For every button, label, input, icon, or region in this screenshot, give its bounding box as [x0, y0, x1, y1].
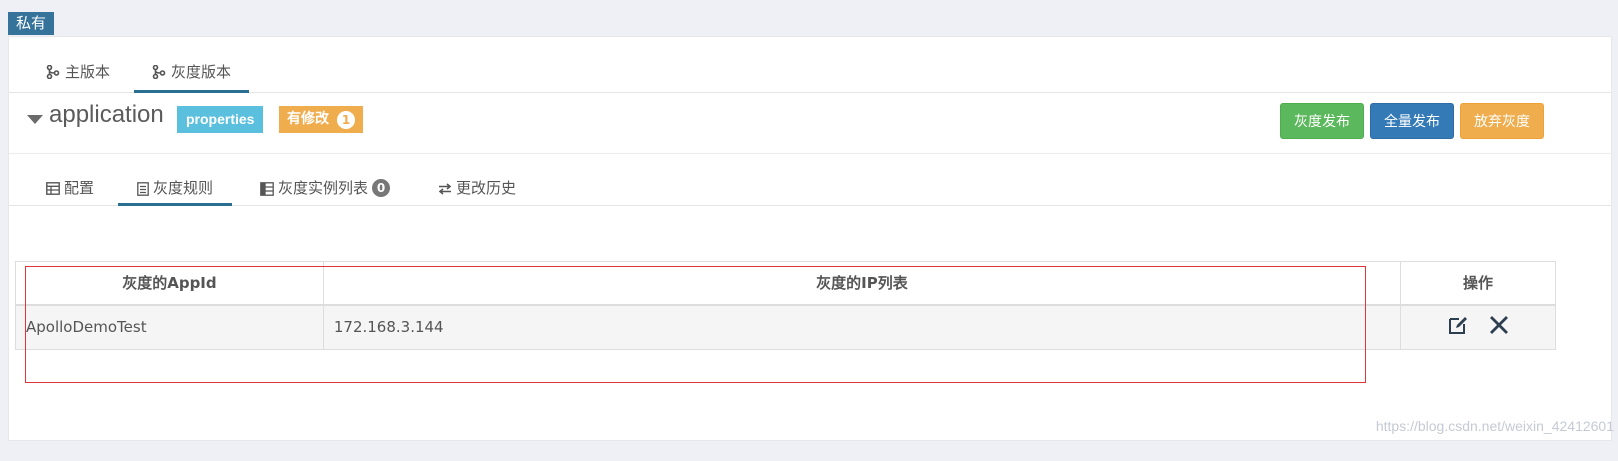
tab-config-label: 配置 [64, 179, 95, 197]
tab-main-version[interactable]: 主版本 [46, 59, 110, 93]
abandon-gray-button[interactable]: 放弃灰度 [1460, 103, 1544, 139]
delete-icon[interactable] [1489, 315, 1509, 339]
header-ip-list: 灰度的IP列表 [322, 261, 1402, 306]
modified-badge: 有修改 1 [279, 106, 363, 133]
namespace-name: application [49, 101, 164, 128]
namespace-sub-tabs: 配置 灰度规则 灰度实例列表 0 更改历史 [9, 154, 1611, 206]
branch-icon [46, 65, 60, 79]
tab-gray-instances[interactable]: 灰度实例列表 0 [260, 176, 391, 206]
table-header-row: 灰度的AppId 灰度的IP列表 操作 [15, 261, 1556, 306]
version-tabs: 主版本 灰度版本 [9, 37, 1611, 93]
header-ops: 操作 [1400, 261, 1556, 306]
gray-rules-table: 灰度的AppId 灰度的IP列表 操作 ApolloDemoTest 172.1… [15, 261, 1556, 350]
tab-gray-version-label: 灰度版本 [171, 63, 232, 81]
cell-appid: ApolloDemoTest [15, 304, 324, 350]
header-appid: 灰度的AppId [15, 261, 324, 306]
cell-ops [1400, 304, 1556, 350]
table-row: ApolloDemoTest 172.168.3.144 [15, 304, 1556, 350]
gray-publish-button[interactable]: 灰度发布 [1280, 103, 1364, 139]
edit-icon[interactable] [1447, 314, 1469, 340]
namespace-panel: 主版本 灰度版本 application properties 有修改 1 灰度… [8, 36, 1612, 441]
tab-change-history-label: 更改历史 [456, 179, 517, 197]
tab-change-history[interactable]: 更改历史 [438, 176, 516, 206]
modified-label: 有修改 [287, 111, 329, 127]
tab-gray-version[interactable]: 灰度版本 [134, 59, 250, 93]
swap-icon [438, 183, 452, 195]
table-icon [46, 182, 60, 195]
tab-gray-rules-label: 灰度规则 [153, 179, 214, 197]
collapse-caret-icon[interactable] [27, 115, 43, 124]
full-publish-button[interactable]: 全量发布 [1370, 103, 1454, 139]
document-icon [137, 182, 149, 196]
list-icon [260, 182, 274, 196]
scope-badge: 私有 [8, 12, 55, 35]
tab-gray-instances-label: 灰度实例列表 [278, 179, 369, 197]
tab-config[interactable]: 配置 [46, 176, 94, 206]
namespace-header: application properties 有修改 1 灰度发布 全量发布 放… [9, 93, 1611, 154]
modified-count: 1 [337, 110, 355, 129]
branch-icon [152, 65, 166, 79]
format-badge: properties [177, 106, 264, 133]
watermark: https://blog.csdn.net/weixin_42412601 [1375, 418, 1614, 434]
tab-main-version-label: 主版本 [65, 63, 111, 81]
tab-gray-rules[interactable]: 灰度规则 [118, 176, 233, 206]
cell-ip-list: 172.168.3.144 [322, 304, 1402, 350]
instance-count-badge: 0 [372, 179, 391, 197]
